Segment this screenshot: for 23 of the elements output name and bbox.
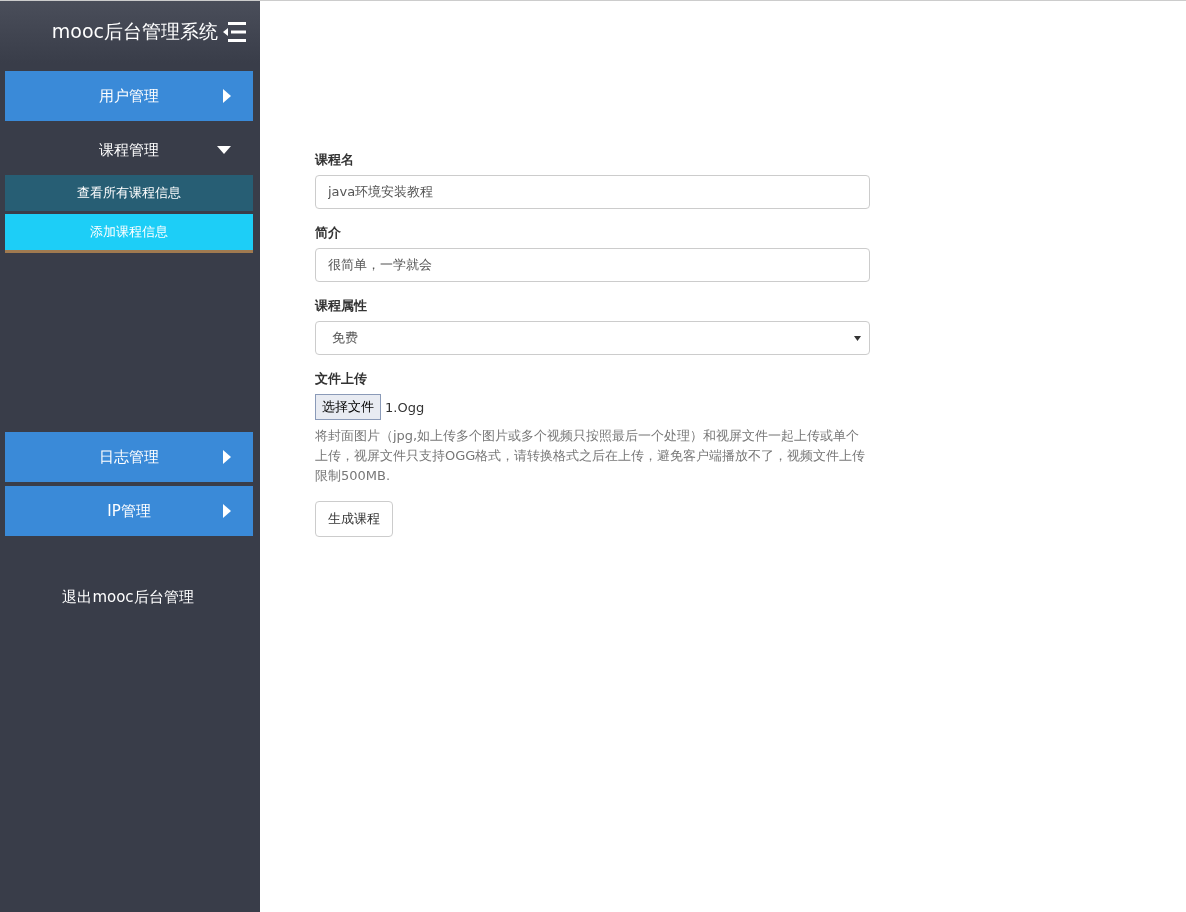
choose-file-button[interactable]: 选择文件 xyxy=(315,394,381,420)
menu-item[interactable]: 用户管理 xyxy=(5,71,253,121)
menu-icon[interactable] xyxy=(222,20,246,44)
input-field[interactable]: 很简单，一学就会 xyxy=(315,248,870,282)
field-label: 文件上传 xyxy=(315,370,368,388)
caret-right-icon xyxy=(223,89,231,103)
caret-down-icon xyxy=(217,146,231,154)
menu-item[interactable]: 日志管理 xyxy=(5,432,253,482)
logout-link[interactable]: 退出mooc后台管理 xyxy=(0,588,260,607)
select-field[interactable]: 免费 xyxy=(315,321,870,355)
field-label: 课程名 xyxy=(315,151,355,169)
app-title: mooc后台管理系统 xyxy=(51,19,218,44)
caret-down-icon xyxy=(854,335,861,341)
input-field[interactable]: java环境安装教程 xyxy=(315,175,870,209)
caret-right-icon xyxy=(223,450,231,464)
caret-right-icon xyxy=(223,504,231,518)
submenu-item[interactable]: 查看所有课程信息 xyxy=(5,175,253,211)
help-text: 将封面图片（jpg,如上传多个图片或多个视频只按照最后一个处理）和视屏文件一起上传或单个上传，视屏文件只支持OGG格式，请转换格式之后在上传，避免客户端播放不了，视频文件上传限制500MB. xyxy=(315,427,867,485)
file-name: 1.Ogg xyxy=(385,399,425,415)
submit-button[interactable]: 生成课程 xyxy=(315,501,393,537)
field-label: 简介 xyxy=(315,224,342,242)
menu-item[interactable]: IP管理 xyxy=(5,486,253,536)
field-label: 课程属性 xyxy=(315,297,368,315)
